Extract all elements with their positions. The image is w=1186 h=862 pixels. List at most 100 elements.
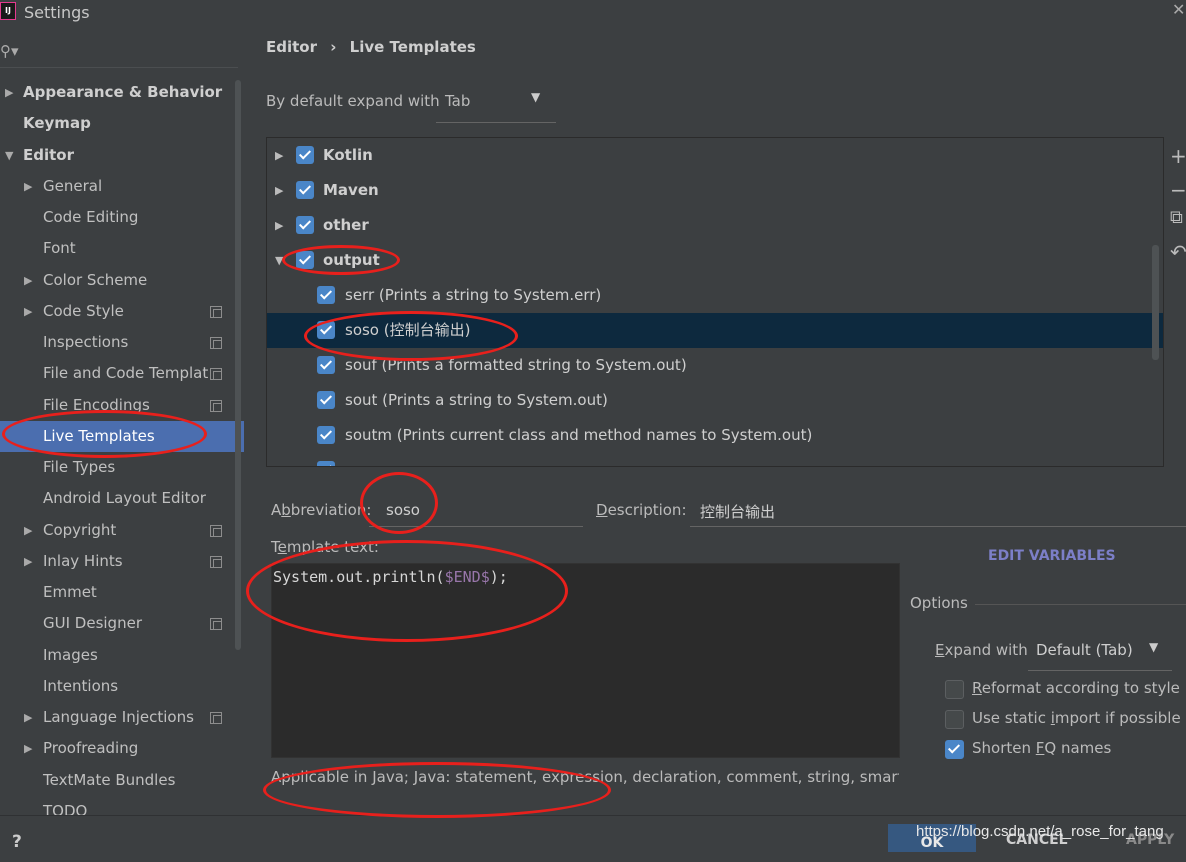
template-item[interactable]: serr (Prints a string to System.err) [267, 278, 1163, 313]
sidebar-item[interactable]: ▶ Language Injections [0, 702, 244, 733]
checkbox-box[interactable] [945, 680, 964, 699]
sidebar-item[interactable]: TextMate Bundles [0, 765, 244, 796]
sidebar-item[interactable]: File Types [0, 452, 244, 483]
checkbox-icon[interactable] [296, 181, 314, 199]
remove-icon[interactable]: − [1170, 178, 1186, 202]
template-label: output [323, 251, 380, 269]
template-label: serr (Prints a string to System.err) [345, 286, 602, 304]
sidebar-item-label: Copyright [43, 521, 117, 539]
checkbox-box[interactable] [945, 710, 964, 729]
close-icon[interactable]: ✕ [1172, 0, 1185, 19]
search-icon[interactable]: ⚲▾ [0, 42, 19, 60]
chevron-right-icon[interactable]: ▶ [5, 77, 13, 108]
sidebar-item-label: File and Code Templat [43, 364, 209, 382]
help-icon[interactable]: ? [12, 832, 22, 852]
template-group[interactable]: ▶ Kotlin [267, 138, 1163, 173]
sidebar-item-label: File Types [43, 458, 116, 476]
template-item[interactable]: soso (控制台输出) [267, 313, 1163, 348]
sidebar-item-label: Editor [23, 146, 74, 164]
chevron-right-icon[interactable]: ▶ [24, 171, 32, 202]
sidebar-item[interactable]: Emmet [0, 577, 244, 608]
edit-variables-button[interactable]: EDIT VARIABLES [988, 548, 1116, 564]
chevron-right-icon[interactable]: ▶ [24, 296, 32, 327]
sidebar-item[interactable]: ▶ Color Scheme [0, 265, 244, 296]
sidebar-item[interactable]: File and Code Templat [0, 358, 244, 389]
template-item[interactable]: souf (Prints a formatted string to Syste… [267, 348, 1163, 383]
project-settings-icon [210, 368, 222, 380]
sidebar-item[interactable]: Keymap [0, 108, 244, 139]
sidebar-item[interactable]: Android Layout Editor [0, 483, 244, 514]
chevron-right-icon[interactable]: ▶ [24, 546, 32, 577]
sidebar-item[interactable]: Inspections [0, 327, 244, 358]
checkbox-label: Use static import if possible [972, 709, 1181, 727]
sidebar-scrollbar[interactable] [235, 80, 241, 650]
search-divider [0, 67, 238, 68]
checkbox-icon[interactable] [317, 321, 335, 339]
duplicate-icon[interactable]: ⧉ [1170, 207, 1183, 228]
chevron-right-icon[interactable]: ▶ [275, 208, 283, 243]
chevron-down-icon[interactable]: ▼ [5, 140, 13, 171]
chevron-right-icon[interactable]: ▶ [24, 733, 32, 764]
sidebar-item[interactable]: File Encodings [0, 390, 244, 421]
end-variable: $END$ [444, 568, 490, 586]
sidebar-item[interactable]: TODO [0, 796, 244, 827]
sidebar-item-label: GUI Designer [43, 614, 142, 632]
template-text-editor[interactable] [271, 563, 900, 758]
sidebar-item[interactable]: Images [0, 640, 244, 671]
sidebar-item[interactable]: ▼ Editor [0, 140, 244, 171]
checkbox-icon[interactable] [317, 426, 335, 444]
checkbox-icon[interactable] [296, 251, 314, 269]
breadcrumb-current: Live Templates [349, 38, 476, 56]
template-group[interactable]: ▼ output [267, 243, 1163, 278]
applicable-contexts-link[interactable]: Applicable in Java; Java: statement, exp… [271, 768, 899, 786]
chevron-right-icon[interactable]: ▶ [24, 515, 32, 546]
chevron-down-icon[interactable]: ▼ [531, 90, 540, 104]
chevron-right-icon[interactable]: ▶ [24, 265, 32, 296]
templates-scrollbar[interactable] [1152, 245, 1159, 360]
abbreviation-value: soso [386, 501, 420, 519]
revert-icon[interactable]: ↶ [1170, 240, 1186, 264]
templates-tree: ▶ Kotlin ▶ Maven ▶ other ▼ output serr (Prints a… [266, 137, 1164, 467]
sidebar-item[interactable]: ▶ Proofreading [0, 733, 244, 764]
options-title: Options [910, 594, 968, 612]
chevron-down-icon[interactable]: ▼ [1149, 640, 1158, 654]
checkbox-icon[interactable] [317, 356, 335, 374]
add-icon[interactable]: + [1170, 144, 1186, 168]
sidebar-item-label: Live Templates [43, 427, 155, 445]
sidebar-item-label: Proofreading [43, 739, 139, 757]
sidebar-item-label: General [43, 177, 103, 195]
chevron-right-icon[interactable]: ▶ [24, 702, 32, 733]
checkbox-icon[interactable] [296, 146, 314, 164]
sidebar-item-label: Images [43, 646, 98, 664]
sidebar-item[interactable]: ▶ Code Style [0, 296, 244, 327]
checkbox-icon[interactable] [296, 216, 314, 234]
breadcrumb-parent[interactable]: Editor [266, 38, 317, 56]
options-expand-value: Default (Tab) [1036, 641, 1133, 659]
template-group[interactable]: ▶ Maven [267, 173, 1163, 208]
options-expand-label: Expand with [935, 641, 1028, 659]
expand-with-label: By default expand with [266, 92, 440, 110]
template-item[interactable] [267, 453, 1163, 466]
checkbox-icon[interactable] [317, 286, 335, 304]
sidebar-item[interactable]: Live Templates [0, 421, 244, 452]
sidebar-item[interactable]: ▶ General [0, 171, 244, 202]
sidebar-item[interactable]: GUI Designer [0, 608, 244, 639]
sidebar-item[interactable]: Intentions [0, 671, 244, 702]
sidebar-item[interactable]: ▶ Inlay Hints [0, 546, 244, 577]
sidebar-item[interactable]: ▶ Appearance & Behavior [0, 77, 244, 108]
template-label: Maven [323, 181, 379, 199]
template-group[interactable]: ▶ other [267, 208, 1163, 243]
chevron-down-icon[interactable]: ▼ [275, 243, 283, 278]
checkbox-icon[interactable] [317, 461, 335, 466]
chevron-right-icon[interactable]: ▶ [275, 138, 283, 173]
project-settings-icon [210, 525, 222, 537]
template-item[interactable]: sout (Prints a string to System.out) [267, 383, 1163, 418]
chevron-right-icon[interactable]: ▶ [275, 173, 283, 208]
sidebar-item[interactable]: ▶ Copyright [0, 515, 244, 546]
template-item[interactable]: soutm (Prints current class and method n… [267, 418, 1163, 453]
template-label: other [323, 216, 369, 234]
checkbox-icon[interactable] [317, 391, 335, 409]
sidebar-item[interactable]: Font [0, 233, 244, 264]
checkbox-box[interactable] [945, 740, 964, 759]
sidebar-item[interactable]: Code Editing [0, 202, 244, 233]
